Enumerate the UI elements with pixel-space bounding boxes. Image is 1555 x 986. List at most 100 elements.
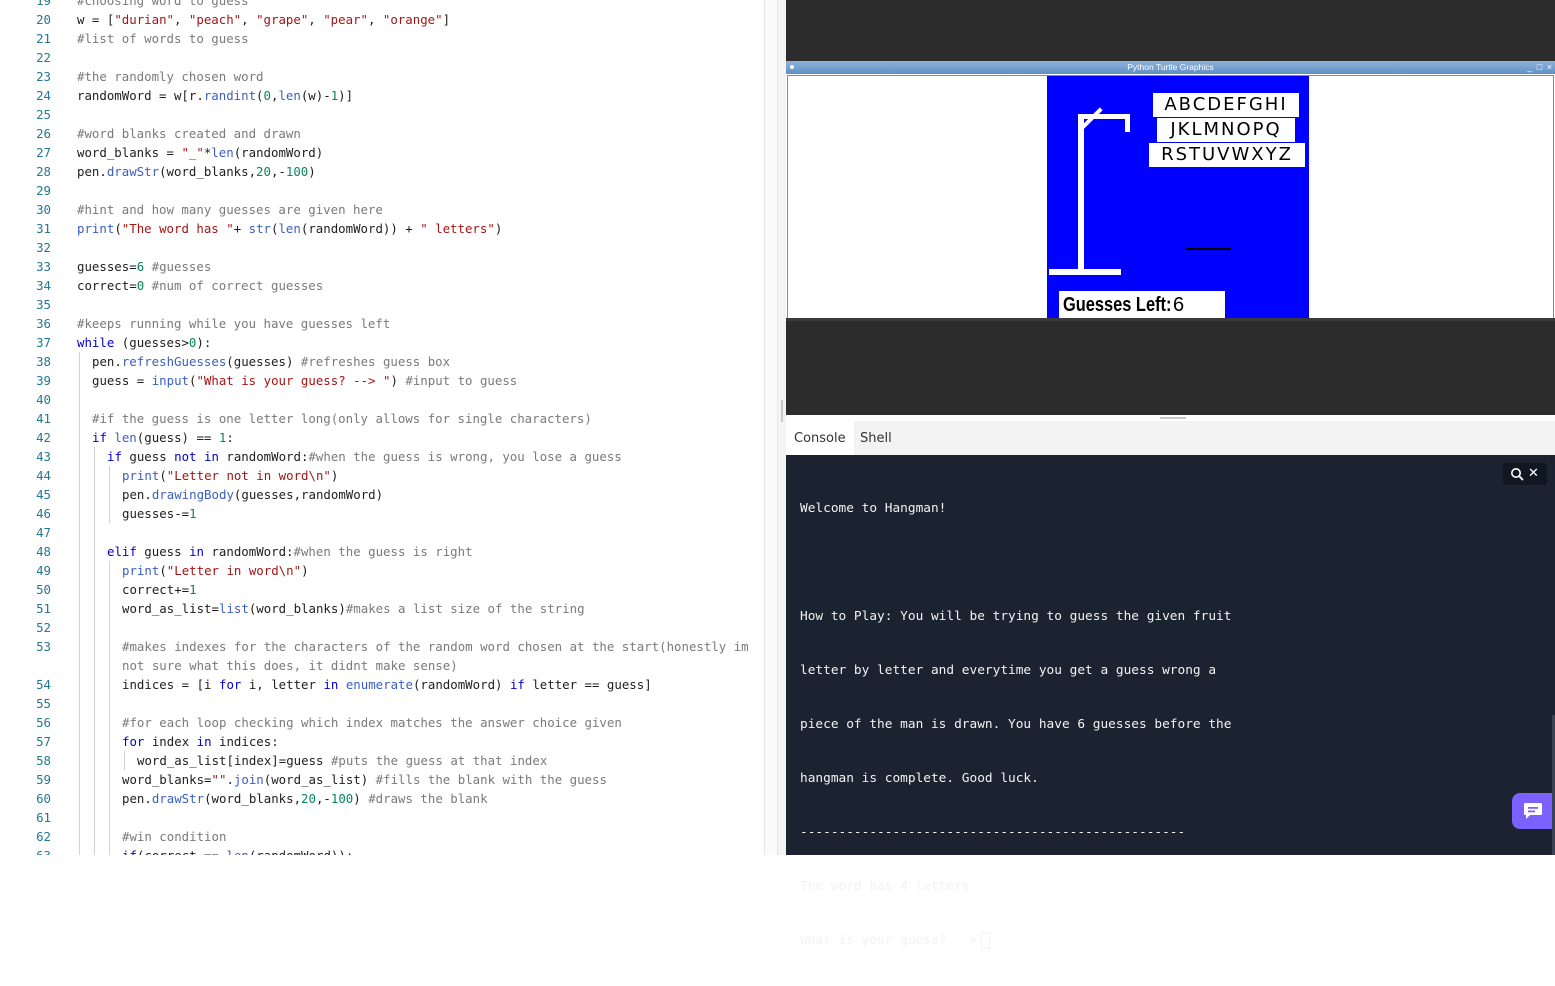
code-line[interactable]: 62 #win condition xyxy=(0,827,764,846)
editor-scrollbar[interactable] xyxy=(764,0,778,855)
line-number: 31 xyxy=(36,221,51,236)
code-text: guesses=6 #guesses xyxy=(77,257,756,276)
code-text: word_blanks="".join(word_as_list) #fills… xyxy=(122,770,756,789)
code-line[interactable]: 49 print("Letter in word\n") xyxy=(0,561,764,580)
code-token: pen. xyxy=(122,791,152,806)
splitter-grip[interactable] xyxy=(781,400,783,422)
search-icon[interactable] xyxy=(1510,467,1524,481)
code-token: in xyxy=(189,544,204,559)
code-token: ( xyxy=(114,221,122,236)
code-token: ) xyxy=(330,468,339,483)
code-line[interactable]: 35 xyxy=(0,295,764,314)
code-line[interactable]: 30 #hint and how many guesses are given h… xyxy=(0,200,764,219)
console-actions: ✕ xyxy=(1503,463,1547,485)
chat-button[interactable] xyxy=(1512,793,1552,829)
code-editor[interactable]: 19 #choosing word to guess 20 w = ["durian"… xyxy=(0,0,764,855)
code-line[interactable]: 28 pen.drawStr(word_blanks,20,-100) xyxy=(0,162,764,181)
code-line[interactable]: 56 #for each loop checking which index ma… xyxy=(0,713,764,732)
code-line[interactable]: 39 guess = input("What is your guess? -->… xyxy=(0,371,764,390)
console-prompt-line[interactable]: What is your guess? --> xyxy=(800,932,1500,950)
code-token: len xyxy=(278,88,301,103)
indent-guide xyxy=(94,770,95,789)
code-line[interactable]: 24 randomWord = w[r.randint(0,len(w)-1)] xyxy=(0,86,764,105)
code-line[interactable]: 53 #makes indexes for the characters of t… xyxy=(0,637,764,675)
code-line[interactable]: 43 if guess not in randomWord:#when the g… xyxy=(0,447,764,466)
code-line[interactable]: 22 xyxy=(0,48,764,67)
code-line[interactable]: 25 xyxy=(0,105,764,124)
code-line[interactable]: 59 word_blanks="".join(word_as_list) #fil… xyxy=(0,770,764,789)
code-line[interactable]: 33 guesses=6 #guesses xyxy=(0,257,764,276)
indent-guide xyxy=(79,390,80,409)
code-line[interactable]: 41 #if the guess is one letter long(only … xyxy=(0,409,764,428)
code-token: ( xyxy=(159,563,167,578)
code-text: word_as_list=list(word_blanks)#makes a l… xyxy=(122,599,756,618)
code-line[interactable]: 60 pen.drawStr(word_blanks,20,-100) #draw… xyxy=(0,789,764,808)
code-line[interactable]: 58 word_as_list[index]=guess #puts the gu… xyxy=(0,751,764,770)
code-line[interactable]: 19 #choosing word to guess xyxy=(0,0,764,10)
gallows-rope xyxy=(1125,114,1130,132)
code-token: (word_as_list) xyxy=(263,772,376,787)
code-line[interactable]: 47 xyxy=(0,523,764,542)
code-text: correct+=1 xyxy=(122,580,756,599)
code-line[interactable]: 27 word_blanks = "_"*len(randomWord) xyxy=(0,143,764,162)
code-line[interactable]: 45 pen.drawingBody(guesses,randomWord) xyxy=(0,485,764,504)
code-token: 1 xyxy=(189,582,197,597)
code-line[interactable]: 29 xyxy=(0,181,764,200)
code-token: (w)- xyxy=(300,88,331,103)
code-token: , xyxy=(308,12,324,27)
code-line[interactable]: 23 #the randomly chosen word xyxy=(0,67,764,86)
line-number: 60 xyxy=(36,791,51,806)
indent-guide xyxy=(79,808,80,827)
code-token: while xyxy=(77,335,115,350)
code-line[interactable]: 42 if len(guess) == 1: xyxy=(0,428,764,447)
code-line[interactable]: 21 #list of words to guess xyxy=(0,29,764,48)
code-token: for xyxy=(218,677,242,692)
close-icon[interactable]: ✕ xyxy=(1528,464,1539,484)
code-line[interactable]: 50 correct+=1 xyxy=(0,580,764,599)
window-controls[interactable]: _ □ × xyxy=(1527,62,1553,73)
code-line[interactable]: 40 xyxy=(0,390,764,409)
horizontal-splitter-grip[interactable] xyxy=(1160,417,1186,419)
code-line[interactable]: 38 pen.refreshGuesses(guesses) #refreshes… xyxy=(0,352,764,371)
code-line[interactable]: 46 guesses-=1 xyxy=(0,504,764,523)
turtle-titlebar[interactable]: Python Turtle Graphics _ □ × xyxy=(786,61,1555,74)
code-text: guess = input("What is your guess? --> "… xyxy=(92,371,756,390)
code-token: ) xyxy=(494,221,503,236)
code-line[interactable]: 48 elif guess in randomWord:#when the gue… xyxy=(0,542,764,561)
code-token: pen. xyxy=(122,487,152,502)
code-token: #word blanks created and drawn xyxy=(77,126,301,141)
code-line[interactable]: 36 #keeps running while you have guesses … xyxy=(0,314,764,333)
code-line[interactable]: 34 correct=0 #num of correct guesses xyxy=(0,276,764,295)
indent-guide xyxy=(109,770,110,789)
code-line[interactable]: 57 for index in indices: xyxy=(0,732,764,751)
code-line[interactable]: 52 xyxy=(0,618,764,637)
code-line[interactable]: 54 indices = [i for i, letter in enumerat… xyxy=(0,675,764,694)
code-token: randomWord: xyxy=(218,449,309,464)
tab-shell[interactable]: Shell xyxy=(852,421,900,455)
code-line[interactable]: 37 while (guesses>0): xyxy=(0,333,764,352)
line-number: 38 xyxy=(36,354,51,369)
code-line[interactable]: 31 print("The word has "+ str(len(randomW… xyxy=(0,219,764,238)
code-token: #draws the blank xyxy=(368,791,488,806)
code-line[interactable]: 63 if(correct == len(randomWord)): xyxy=(0,846,764,855)
code-token: #guesses xyxy=(151,259,212,274)
console-output[interactable]: Welcome to Hangman! How to Play: You wil… xyxy=(786,455,1555,949)
code-line[interactable]: 20 w = ["durian", "peach", "grape", "pear… xyxy=(0,10,764,29)
input-cursor[interactable] xyxy=(981,932,991,949)
code-line[interactable]: 44 print("Letter not in word\n") xyxy=(0,466,764,485)
vertical-splitter[interactable] xyxy=(778,0,786,855)
code-token: (randomWord) xyxy=(412,677,510,692)
code-token: 100 xyxy=(285,164,309,179)
code-line[interactable]: 32 xyxy=(0,238,764,257)
indent-guide xyxy=(79,751,80,770)
line-number: 48 xyxy=(36,544,51,559)
line-number: 51 xyxy=(36,601,51,616)
tab-console[interactable]: Console xyxy=(786,421,854,455)
code-line[interactable]: 55 xyxy=(0,694,764,713)
code-line[interactable]: 51 word_as_list=list(word_blanks)#makes a… xyxy=(0,599,764,618)
code-line[interactable]: 26 #word blanks created and drawn xyxy=(0,124,764,143)
code-line[interactable]: 61 xyxy=(0,808,764,827)
code-token: "Letter not in word\n" xyxy=(166,468,331,483)
